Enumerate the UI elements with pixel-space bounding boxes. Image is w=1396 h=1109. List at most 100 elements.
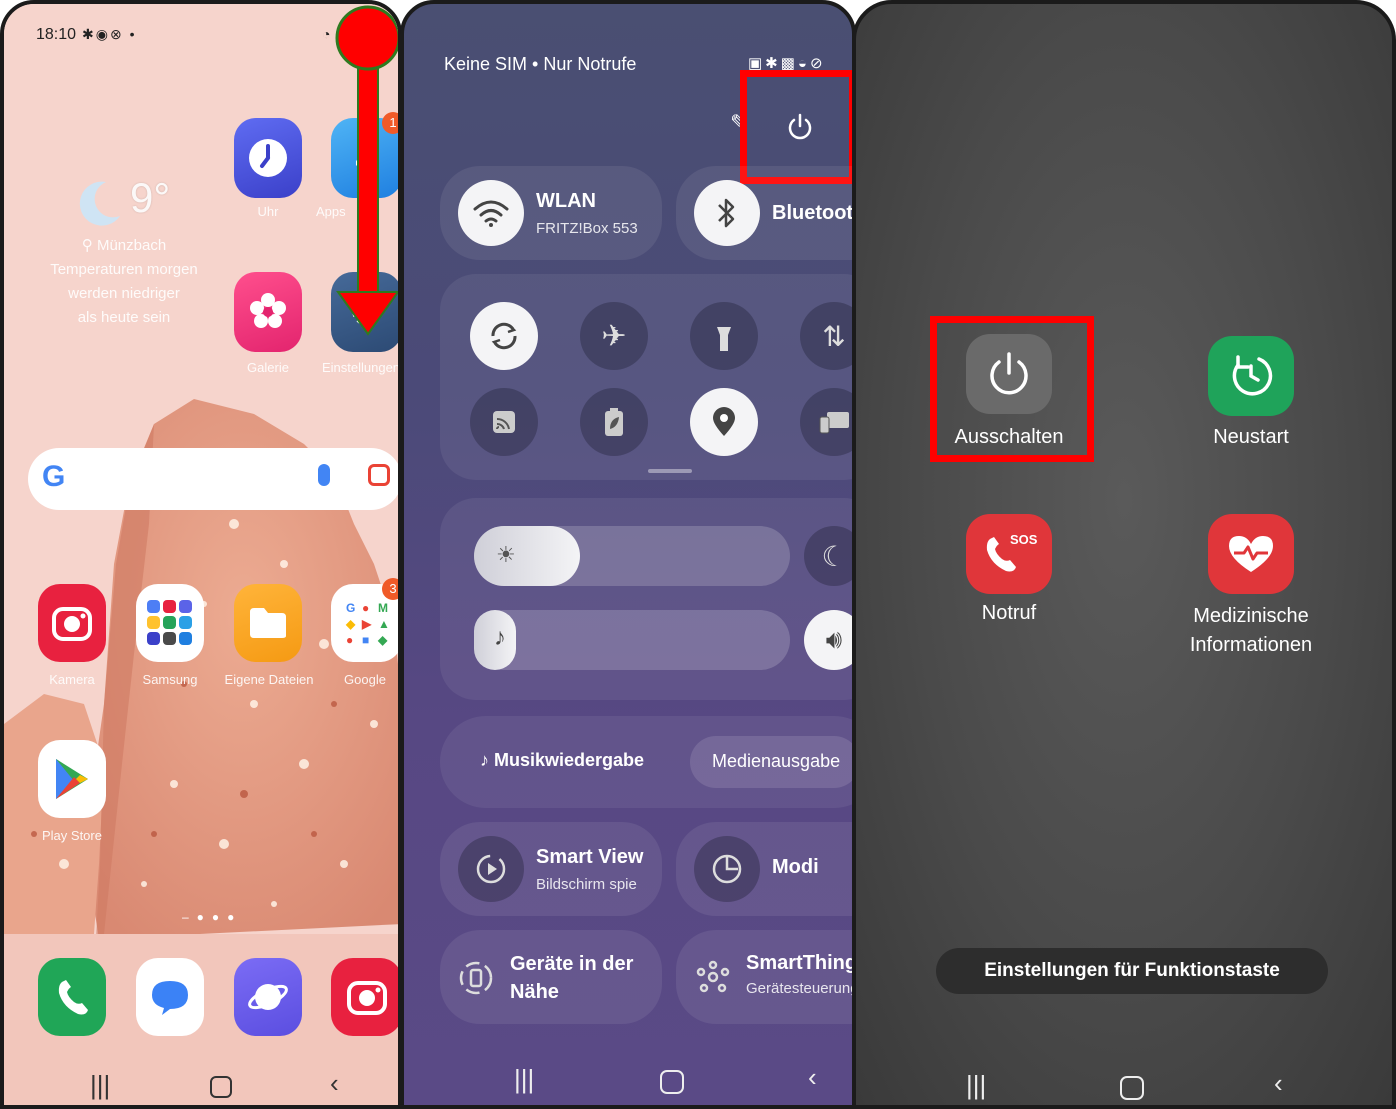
- music-note-icon: ♪: [494, 624, 506, 651]
- my-files-app-label: Eigene Dateien: [224, 672, 314, 687]
- airplane-mode-toggle[interactable]: ✈: [580, 302, 648, 370]
- device-toggle[interactable]: [800, 388, 852, 456]
- media-output-label: Medienausgabe: [712, 751, 841, 771]
- google-logo-icon: G: [42, 460, 66, 493]
- phone-app-icon[interactable]: [38, 958, 106, 1036]
- airplane-icon: ✈: [601, 319, 627, 353]
- microphone-icon[interactable]: [318, 464, 330, 486]
- home-nav-icon[interactable]: [660, 1070, 684, 1094]
- medical-info-label: Medizinische Informationen: [1156, 602, 1346, 660]
- bluetooth-title: Bluetooth: [772, 202, 856, 224]
- smartthings-title: SmartThings: [746, 952, 856, 974]
- gallery-app-label: Galerie: [247, 360, 289, 375]
- bluetooth-tile[interactable]: Bluetooth: [676, 166, 856, 260]
- gallery-app-icon[interactable]: [234, 272, 302, 352]
- side-key-settings-button[interactable]: Einstellungen für Funktionstaste: [936, 948, 1328, 994]
- samsung-folder-icon[interactable]: [136, 584, 204, 662]
- location-toggle[interactable]: [690, 388, 758, 456]
- modes-tile[interactable]: Modi: [676, 822, 852, 916]
- settings-app-label: Einstellungen: [321, 360, 401, 375]
- flashlight-icon: [717, 327, 731, 351]
- status-icons: ✱◉⊗ •: [82, 26, 137, 42]
- flashlight-toggle[interactable]: [690, 302, 758, 370]
- svg-text:■: ■: [362, 633, 369, 647]
- weather-forecast-1: Temperaturen morgen: [50, 261, 198, 278]
- medical-info-line1: Medizinische: [1193, 605, 1309, 627]
- svg-text:M: M: [378, 601, 388, 615]
- speaker-icon: 🔊︎: [825, 624, 843, 654]
- data-transfer-icon: ⇅: [822, 320, 846, 352]
- back-nav-icon[interactable]: ‹: [808, 1062, 817, 1093]
- wlan-tile[interactable]: WLAN FRITZ!Box 553: [440, 166, 662, 260]
- wlan-title: WLAN: [536, 190, 596, 212]
- restart-button[interactable]: [1208, 336, 1294, 416]
- sun-icon: ☀: [496, 542, 516, 567]
- restart-label: Neustart: [1213, 426, 1289, 448]
- google-folder-badge: 3: [382, 578, 398, 600]
- clock-app-icon[interactable]: [234, 118, 302, 198]
- power-menu-panel: Ausschalten Neustart SOS Notruf Medizini…: [852, 0, 1396, 1109]
- recent-apps-icon[interactable]: |||: [966, 1070, 986, 1101]
- svg-text:◆: ◆: [345, 617, 356, 631]
- messages-app-icon[interactable]: [136, 958, 204, 1036]
- wifi-icon: [458, 180, 524, 246]
- svg-text:◆: ◆: [377, 633, 388, 647]
- play-store-app-icon[interactable]: [38, 740, 106, 818]
- dock-camera-app-icon[interactable]: [331, 958, 398, 1036]
- sos-text: SOS: [1010, 532, 1038, 547]
- nearby-devices-icon: [458, 960, 498, 1000]
- google-lens-icon[interactable]: [368, 464, 390, 486]
- devices-icon: [819, 412, 849, 434]
- moon-weather-icon: [76, 176, 126, 226]
- camera-app-label: Kamera: [49, 672, 95, 687]
- quick-settings-panel: Keine SIM • Nur Notrufe ▣✱▩◒⊘ ✎ WLAN FRI…: [400, 0, 856, 1109]
- emergency-call-label: Notruf: [981, 602, 1037, 624]
- restart-icon: [1232, 355, 1273, 396]
- dark-mode-toggle[interactable]: ☾: [804, 526, 852, 586]
- music-playback-button[interactable]: ♪ Musikwiedergabe: [480, 750, 644, 771]
- media-output-button[interactable]: Medienausgabe: [690, 736, 852, 788]
- location-pin-icon: ⚲: [81, 237, 93, 254]
- internet-app-icon[interactable]: [234, 958, 302, 1036]
- weather-forecast-2: werden niedriger: [68, 285, 180, 302]
- weather-widget[interactable]: ⚲ Münzbach Temperaturen morgen werden ni…: [34, 234, 214, 330]
- modes-title: Modi: [772, 856, 819, 878]
- smartthings-tile[interactable]: SmartThings Gerätesteuerung: [676, 930, 856, 1024]
- expand-handle[interactable]: [648, 469, 692, 473]
- sound-mode-toggle[interactable]: 🔊︎: [804, 610, 852, 670]
- medical-info-button[interactable]: [1208, 514, 1294, 594]
- smart-view-tile[interactable]: Smart View Bildschirm spie: [440, 822, 662, 916]
- brightness-slider[interactable]: ☀: [474, 526, 790, 586]
- home-nav-icon[interactable]: [1120, 1076, 1144, 1100]
- music-note-icon: ♪: [480, 750, 489, 770]
- svg-text:●: ●: [362, 601, 369, 615]
- mobile-data-toggle[interactable]: ⇅: [800, 302, 852, 370]
- home-nav-icon[interactable]: [210, 1076, 232, 1098]
- status-time: 18:10: [36, 26, 77, 43]
- side-key-settings-label: Einstellungen für Funktionstaste: [984, 960, 1280, 981]
- camera-app-icon[interactable]: [38, 584, 106, 662]
- weather-forecast-3: als heute sein: [77, 309, 171, 326]
- nearby-devices-tile[interactable]: Geräte in der Nähe: [440, 930, 662, 1024]
- google-search-bar[interactable]: G: [28, 448, 398, 510]
- swipe-down-arrow-icon: [335, 5, 398, 336]
- back-nav-icon[interactable]: ‹: [1274, 1068, 1283, 1099]
- cast-icon: [493, 411, 515, 433]
- auto-rotate-toggle[interactable]: [470, 302, 538, 370]
- home-screen-panel: 18:10 ✱◉⊗ • ◔ 9° ⚲ Münzbach Temperaturen…: [0, 0, 402, 1109]
- svg-text:▶: ▶: [361, 617, 372, 631]
- power-saving-toggle[interactable]: [580, 388, 648, 456]
- smart-view-cast-toggle[interactable]: [470, 388, 538, 456]
- volume-slider[interactable]: ♪: [474, 610, 790, 670]
- recent-apps-icon[interactable]: |||: [514, 1064, 534, 1095]
- emergency-call-button[interactable]: SOS: [966, 514, 1052, 594]
- my-files-app-icon[interactable]: [234, 584, 302, 662]
- svg-text:▲: ▲: [378, 617, 390, 631]
- recent-apps-icon[interactable]: |||: [90, 1070, 110, 1101]
- battery-leaf-icon: [605, 408, 623, 436]
- modes-icon: [694, 836, 760, 902]
- back-nav-icon[interactable]: ‹: [330, 1068, 339, 1099]
- nearby-devices-line2: Nähe: [510, 981, 559, 1003]
- smart-view-icon: [458, 836, 524, 902]
- bluetooth-icon: [694, 180, 760, 246]
